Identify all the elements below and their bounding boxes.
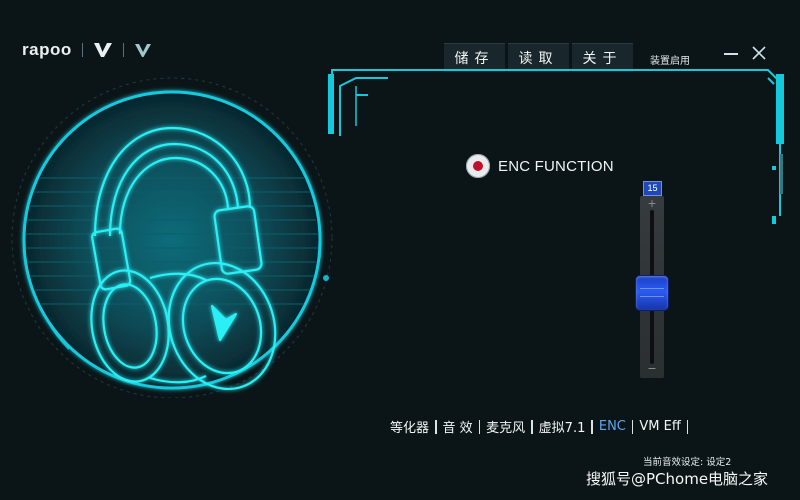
tab-separator bbox=[478, 419, 481, 434]
tab-0[interactable]: 等化器 bbox=[386, 417, 433, 436]
feature-tabs: 等化器音 效麦克风 虚拟7.1 ENC VM Eff bbox=[386, 417, 690, 436]
headset-illustration bbox=[0, 58, 340, 398]
slider-thumb[interactable] bbox=[636, 276, 668, 310]
device-enable-link[interactable]: 装置启用 bbox=[650, 52, 690, 67]
enc-radio-dot bbox=[473, 161, 483, 171]
tab-4[interactable]: ENC bbox=[595, 419, 630, 434]
logo-separator bbox=[122, 43, 124, 57]
enc-function-label: ENC FUNCTION bbox=[498, 157, 614, 175]
slider-minus-icon[interactable]: − bbox=[645, 363, 659, 375]
brand-logo: rapoo bbox=[22, 40, 72, 59]
tab-5[interactable]: VM Eff bbox=[635, 419, 684, 434]
watermark-text: 搜狐号@PChome电脑之家 bbox=[586, 470, 769, 488]
tab-1[interactable]: 音 效 bbox=[439, 417, 477, 436]
tab-separator bbox=[435, 419, 437, 434]
minimize-icon[interactable] bbox=[723, 44, 739, 60]
v-logo-icon bbox=[134, 42, 152, 58]
tab-2[interactable]: 麦克风 bbox=[482, 417, 529, 436]
enc-level-slider[interactable]: + − bbox=[636, 196, 668, 378]
enc-radio-button[interactable] bbox=[466, 154, 490, 178]
logo-separator bbox=[81, 43, 83, 57]
tab-3[interactable]: 虚拟7.1 bbox=[535, 417, 590, 436]
logo-bar: rapoo bbox=[22, 40, 152, 60]
tab-separator bbox=[631, 419, 634, 434]
v-logo-icon bbox=[93, 42, 113, 58]
current-preset-status: 当前音效设定: 设定2 bbox=[643, 457, 732, 468]
headset-icon bbox=[11, 77, 333, 398]
close-icon[interactable] bbox=[750, 44, 768, 62]
tab-separator bbox=[591, 419, 593, 434]
tab-separator bbox=[686, 419, 689, 434]
slider-plus-icon[interactable]: + bbox=[645, 198, 659, 209]
slider-value-badge: 15 bbox=[643, 181, 662, 196]
tab-separator bbox=[531, 419, 533, 434]
enc-function-toggle: ENC FUNCTION bbox=[466, 154, 614, 178]
